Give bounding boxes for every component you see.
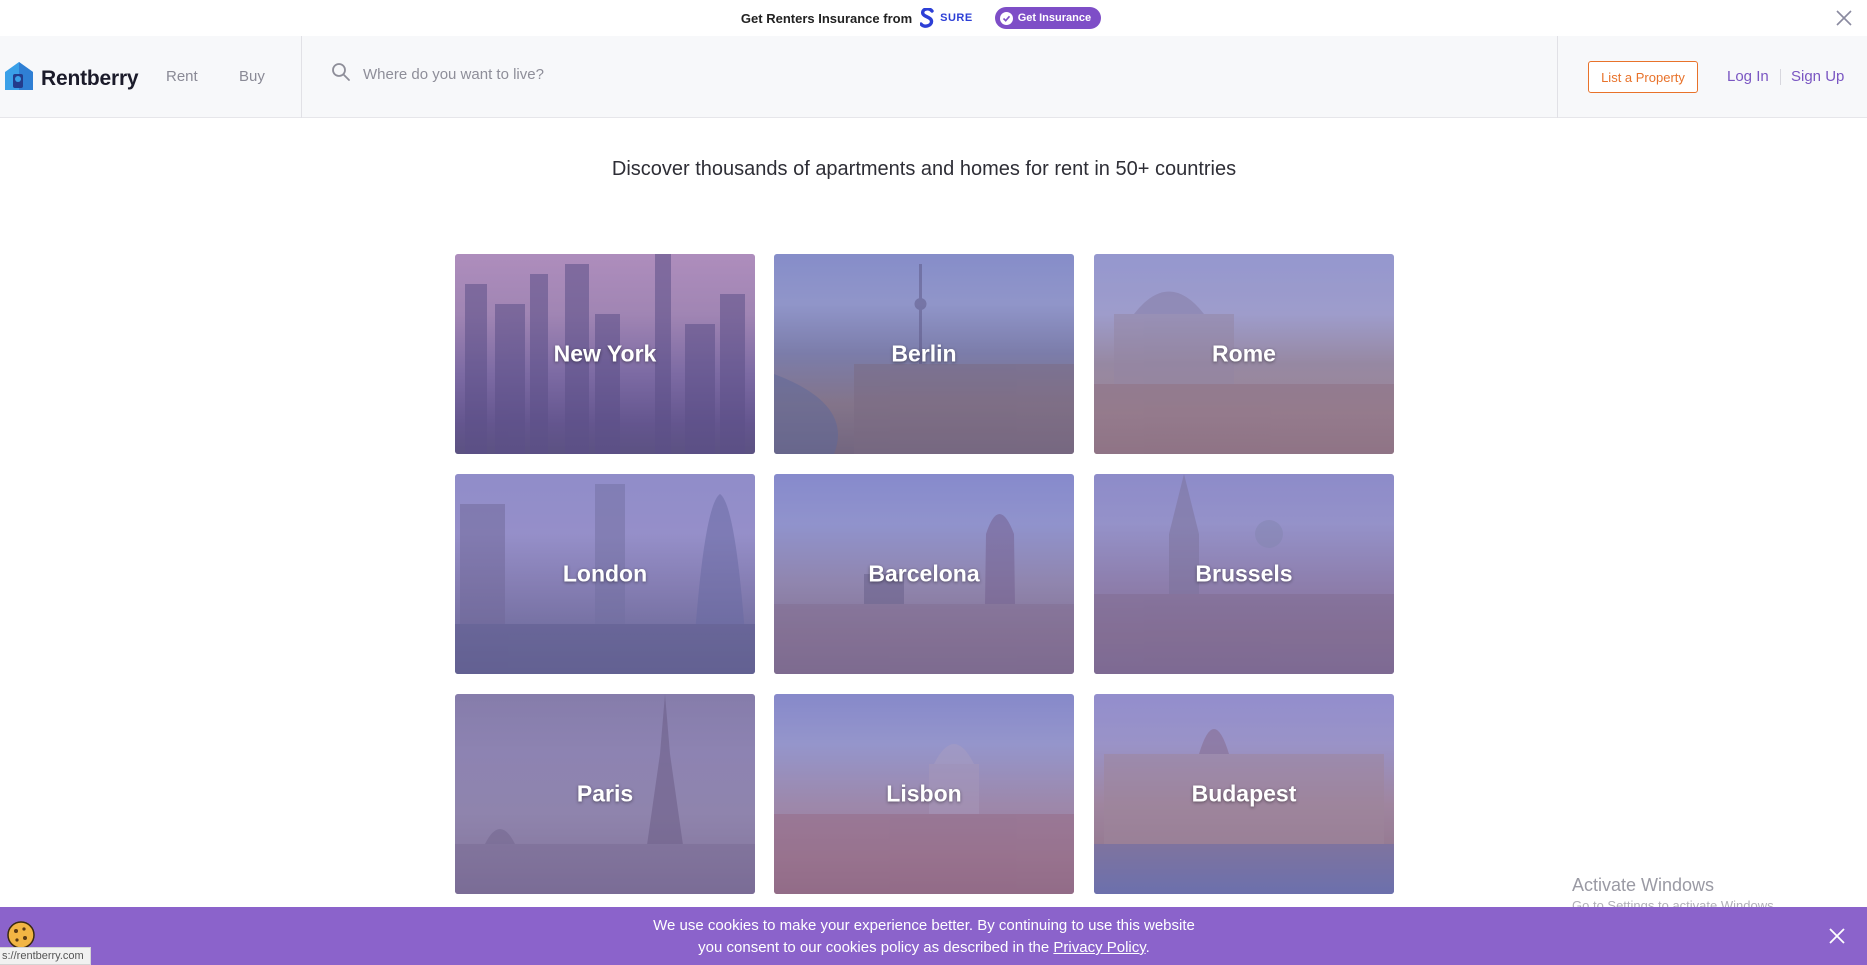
city-card-budapest[interactable]: Budapest — [1094, 694, 1394, 894]
city-card-new-york[interactable]: New York — [455, 254, 755, 454]
search-input[interactable] — [363, 66, 963, 83]
sign-up-link[interactable]: Sign Up — [1791, 68, 1844, 85]
cookie-message: We use cookies to make your experience b… — [0, 915, 1848, 959]
get-insurance-button[interactable]: Get Insurance — [994, 7, 1102, 29]
city-card-barcelona[interactable]: Barcelona — [774, 474, 1074, 674]
sure-logo: SURE — [919, 7, 973, 28]
city-name: London — [562, 560, 648, 587]
privacy-policy-link[interactable]: Privacy Policy — [1053, 939, 1145, 956]
sure-brand: SURE — [940, 12, 973, 24]
city-card-rome[interactable]: Rome — [1094, 254, 1394, 454]
city-name: New York — [553, 340, 657, 367]
logo-text: Rentberry — [41, 66, 139, 90]
get-insurance-label: Get Insurance — [1017, 12, 1092, 24]
city-card-paris[interactable]: Paris — [455, 694, 755, 894]
promo-bar: Get Renters Insurance from SURE Get Insu… — [0, 0, 1867, 36]
city-name: Lisbon — [886, 780, 962, 807]
city-name: Brussels — [1195, 560, 1293, 587]
promo-text: Get Renters Insurance from — [740, 10, 913, 26]
rentberry-house-icon — [3, 60, 35, 97]
header-divider — [1557, 36, 1558, 118]
header-divider — [301, 36, 302, 118]
log-in-link[interactable]: Log In — [1727, 68, 1769, 85]
city-name: Budapest — [1191, 780, 1297, 807]
status-bar-url: s://rentberry.com — [0, 947, 91, 965]
cookie-line-2-text: you consent to our cookies policy as des… — [698, 939, 1050, 956]
close-icon[interactable] — [1827, 926, 1847, 946]
city-card-brussels[interactable]: Brussels — [1094, 474, 1394, 674]
rentberry-logo[interactable]: Rentberry — [3, 60, 139, 97]
nav-rent[interactable]: Rent — [166, 68, 198, 85]
cookie-banner: We use cookies to make your experience b… — [0, 907, 1867, 965]
cookie-line-2-suffix: . — [1145, 939, 1150, 956]
search-bar[interactable] — [331, 62, 963, 87]
nav-buy[interactable]: Buy — [239, 68, 265, 85]
checkmark-shield-icon — [999, 11, 1013, 25]
windows-watermark-title: Activate Windows — [1572, 875, 1715, 895]
city-card-london[interactable]: London — [455, 474, 755, 674]
city-card-lisbon[interactable]: Lisbon — [774, 694, 1074, 894]
list-property-button[interactable]: List a Property — [1588, 61, 1698, 93]
auth-divider — [1780, 69, 1781, 85]
city-name: Berlin — [891, 340, 957, 367]
city-name: Barcelona — [868, 560, 980, 587]
site-header: Rentberry Rent Buy List a Property Log I… — [0, 36, 1867, 118]
city-name: Paris — [576, 780, 634, 807]
page-tagline: Discover thousands of apartments and hom… — [611, 158, 1237, 180]
cookie-line-2: you consent to our cookies policy as des… — [0, 937, 1848, 959]
cookie-line-1: We use cookies to make your experience b… — [653, 917, 1195, 934]
search-icon — [331, 62, 351, 87]
city-name: Rome — [1212, 340, 1276, 367]
city-card-berlin[interactable]: Berlin — [774, 254, 1074, 454]
sure-s-icon — [919, 7, 934, 28]
close-icon[interactable] — [1833, 7, 1855, 29]
